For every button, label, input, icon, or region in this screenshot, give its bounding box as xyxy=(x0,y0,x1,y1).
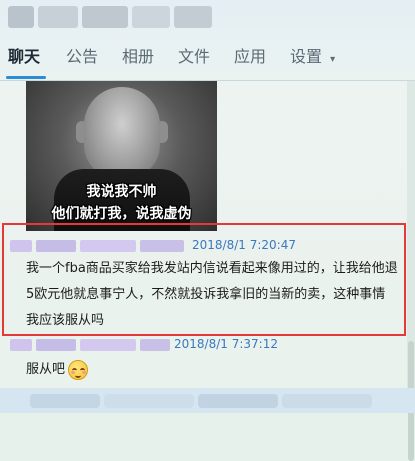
meme-caption-line1: 我说我不帅 xyxy=(86,184,157,200)
tab-apps[interactable]: 应用 xyxy=(234,42,266,72)
message-text: 服从吧 xyxy=(26,362,66,377)
tab-files[interactable]: 文件 xyxy=(178,42,210,72)
highlight-box xyxy=(2,223,406,336)
meme-image[interactable]: 我说我不帅 他们就打我，说我虚伪 xyxy=(26,81,217,231)
chevron-down-icon: ▾ xyxy=(330,54,336,65)
next-message-blurred xyxy=(0,388,415,413)
meme-face xyxy=(84,87,160,179)
message-header: 2018/8/1 7:37:12 xyxy=(10,337,310,353)
group-title-blurred xyxy=(8,6,213,28)
tab-settings[interactable]: 设置 ▾ xyxy=(290,42,335,72)
tab-album[interactable]: 相册 xyxy=(122,42,154,72)
chat-scrollbar[interactable] xyxy=(407,81,415,461)
meme-caption-line2: 他们就打我，说我虚伪 xyxy=(51,206,192,222)
sender-name-blurred xyxy=(36,339,76,351)
message-timestamp: 2018/8/1 7:37:12 xyxy=(174,337,278,351)
active-tab-indicator xyxy=(6,76,46,79)
tab-chat[interactable]: 聊天 xyxy=(8,42,40,72)
sender-avatar-blurred xyxy=(10,339,32,351)
tab-settings-label: 设置 xyxy=(290,47,323,66)
window-header: 聊天 公告 相册 文件 应用 设置 ▾ xyxy=(0,0,415,80)
embarrassed-emoji-icon xyxy=(68,360,88,380)
tab-announcement[interactable]: 公告 xyxy=(66,42,98,72)
tab-bar: 聊天 公告 相册 文件 应用 设置 ▾ xyxy=(0,42,415,79)
